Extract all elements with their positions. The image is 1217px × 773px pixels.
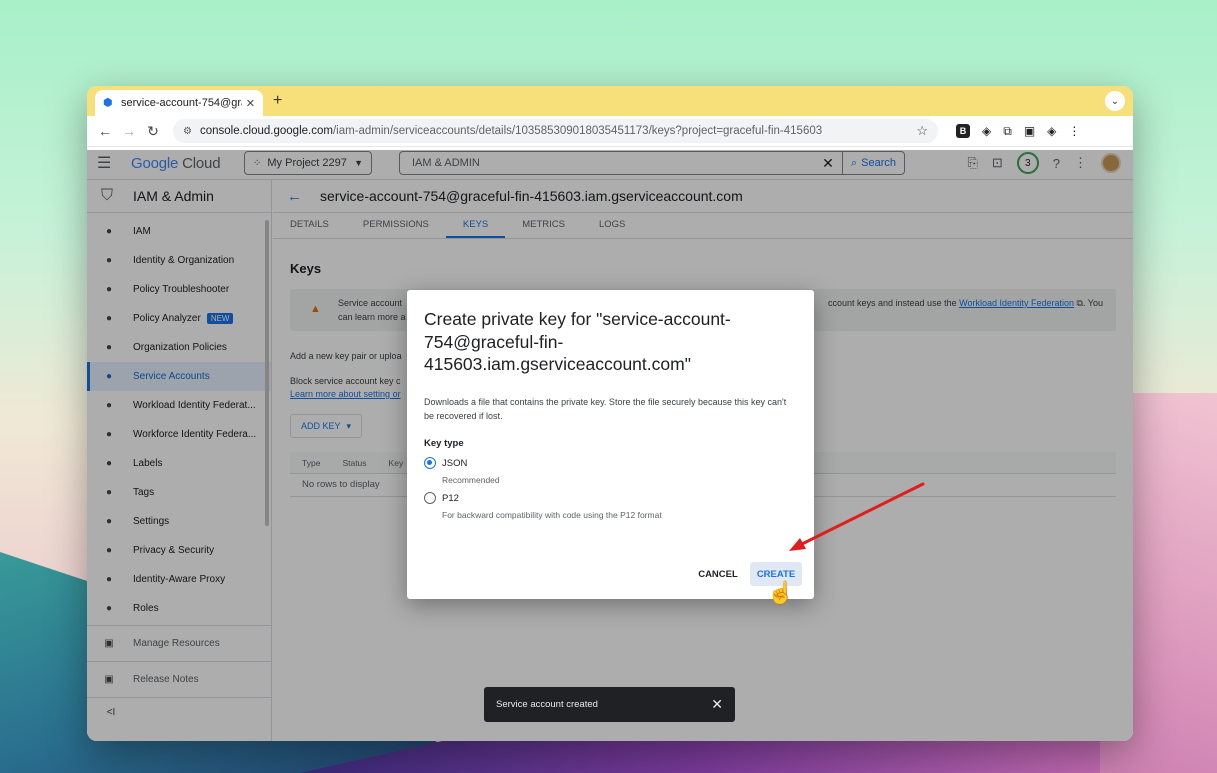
json-radio[interactable] — [424, 457, 436, 469]
cancel-button[interactable]: CANCEL — [691, 562, 745, 586]
tab-search-icon[interactable]: ⌄ — [1105, 91, 1125, 111]
browser-tab[interactable]: ⬢ service-account-754@graceful ✕ — [95, 90, 263, 116]
profile-extension-icon[interactable]: ◈ — [1047, 124, 1056, 138]
p12-sublabel: For backward compatibility with code usi… — [442, 510, 662, 520]
dialog-title: Create private key for "service-account-… — [424, 309, 731, 374]
hand-pointer-cursor-icon: ☝ — [767, 580, 795, 605]
puzzle-icon[interactable]: ⧉ — [1003, 124, 1012, 139]
dialog-description: Downloads a file that contains the priva… — [424, 397, 787, 421]
key-type-label: Key type — [424, 438, 464, 449]
extension-b-icon[interactable]: B — [956, 124, 970, 138]
address-bar-row: ← → ↻ ⚙ console.cloud.google.com/iam-adm… — [87, 116, 1133, 147]
bookmark-star-icon[interactable]: ☆ — [916, 123, 928, 139]
p12-radio[interactable] — [424, 492, 436, 504]
new-tab-icon[interactable]: + — [273, 92, 282, 110]
side-panel-icon[interactable]: ▣ — [1024, 124, 1035, 138]
browser-menu-icon[interactable]: ⋮ — [1068, 124, 1080, 138]
json-sublabel: Recommended — [442, 475, 500, 485]
tab-title: service-account-754@graceful — [121, 97, 242, 109]
json-label: JSON — [442, 458, 468, 469]
extension-icon[interactable]: ◈ — [982, 124, 991, 138]
url-path: /iam-admin/serviceaccounts/details/10358… — [332, 125, 823, 137]
snackbar: Service account created ✕ — [484, 687, 735, 722]
tab-strip: ⬢ service-account-754@graceful ✕ + ⌄ — [87, 86, 1133, 116]
p12-label: P12 — [442, 493, 459, 504]
close-tab-icon[interactable]: ✕ — [246, 97, 255, 110]
back-icon[interactable]: ← — [93, 123, 117, 139]
url-field[interactable]: ⚙ console.cloud.google.com/iam-admin/ser… — [173, 119, 938, 143]
url-host: console.cloud.google.com — [199, 125, 333, 137]
browser-window: ⬢ service-account-754@graceful ✕ + ⌄ ← →… — [87, 86, 1133, 741]
extensions-area: B ◈ ⧉ ▣ ◈ ⋮ — [956, 124, 1080, 139]
forward-icon[interactable]: → — [117, 123, 141, 139]
create-key-dialog: Create private key for "service-account-… — [407, 290, 814, 599]
reload-icon[interactable]: ↻ — [141, 123, 165, 140]
snackbar-message: Service account created — [496, 699, 598, 710]
site-info-icon[interactable]: ⚙ — [183, 126, 192, 137]
close-snackbar-icon[interactable]: ✕ — [711, 696, 723, 713]
shield-favicon-icon: ⬢ — [103, 97, 113, 109]
